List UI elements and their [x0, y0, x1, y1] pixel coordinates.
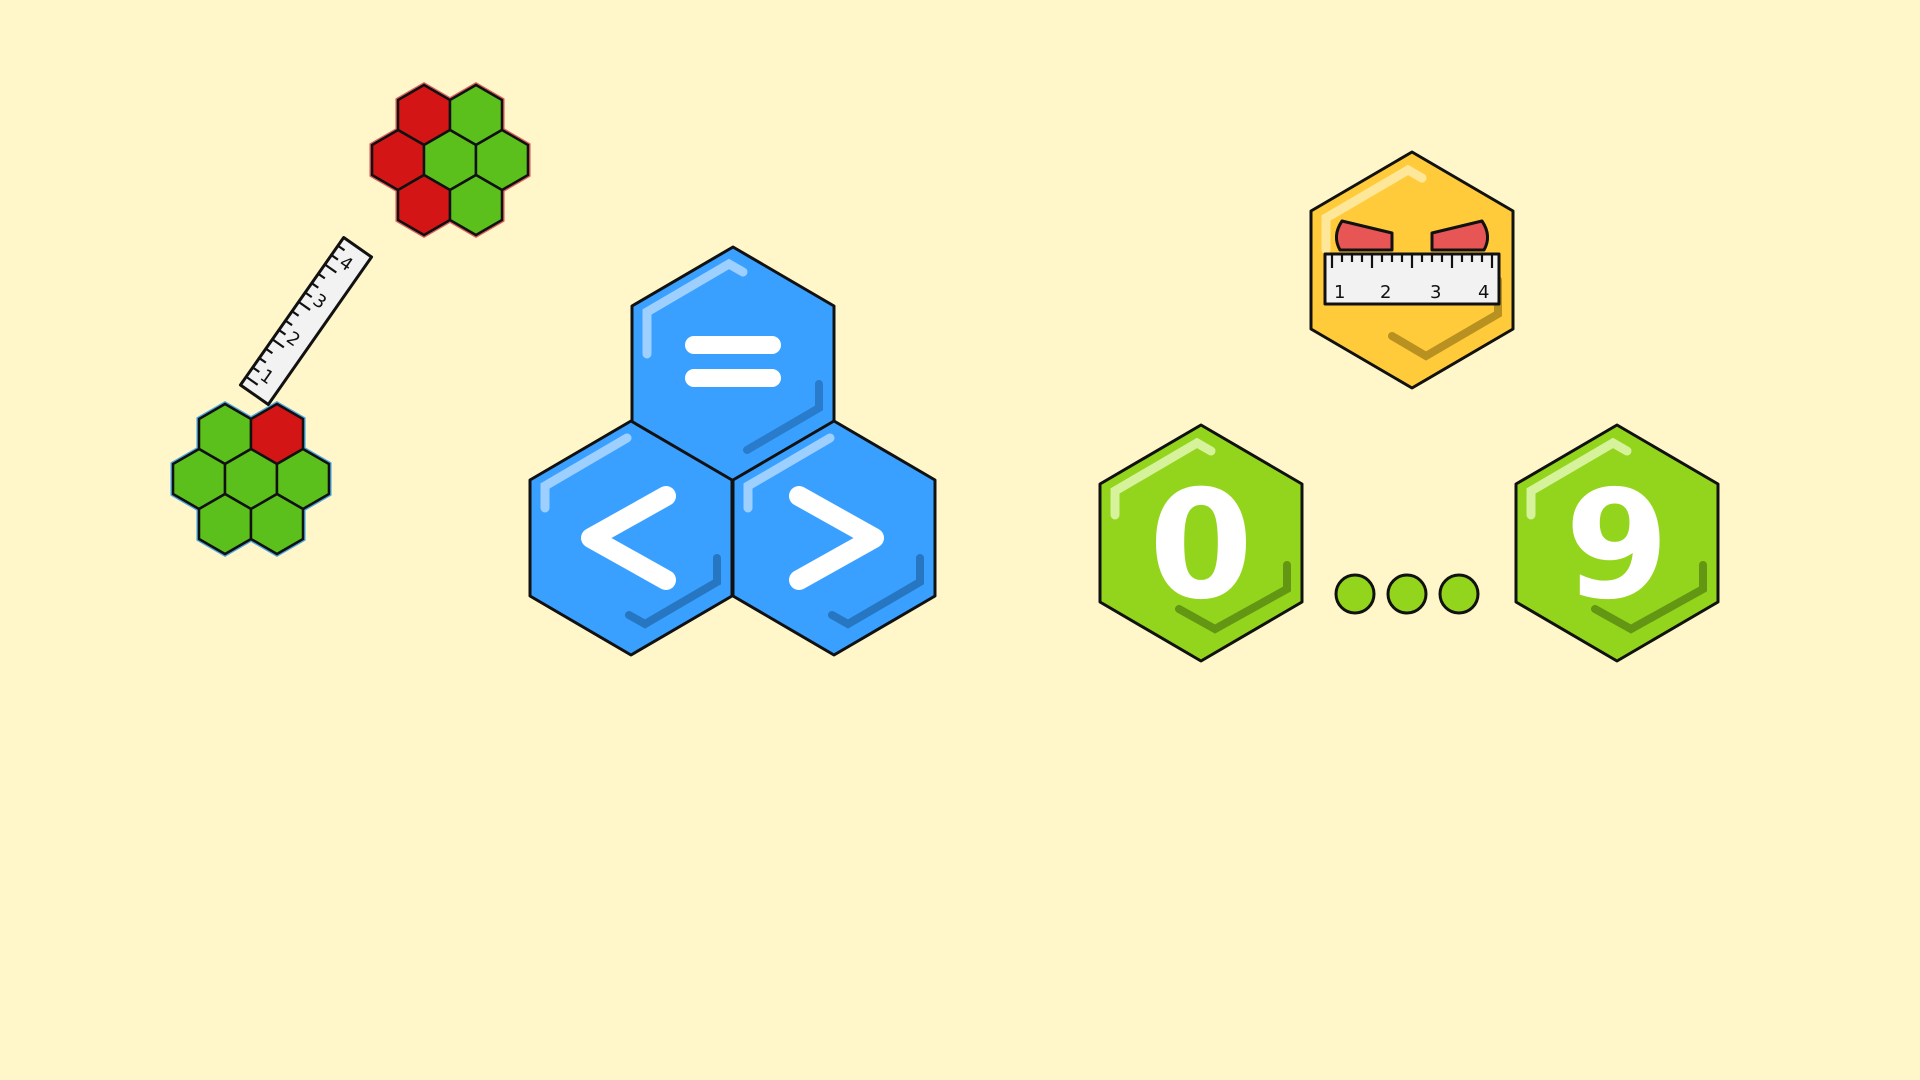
comparison-symbols-icon [528, 245, 937, 657]
digit-zero-hex: 0 [1098, 423, 1304, 663]
ellipsis-icon [1334, 573, 1480, 615]
equal-sign-top [685, 336, 781, 354]
digit-nine: 9 [1565, 459, 1669, 633]
ellipsis-dot [1438, 573, 1480, 615]
ellipsis-dot [1386, 573, 1428, 615]
illustration-canvas: 1 2 3 4 1 2 3 4 0 9 [170, 82, 1720, 663]
hex-cluster-icon [170, 401, 332, 557]
digit-zero: 0 [1149, 459, 1253, 633]
hex-cluster-icon [369, 82, 531, 238]
angry-ruler-face-icon: 1 2 3 4 [1309, 150, 1515, 390]
ruler-number: 4 [1478, 282, 1489, 303]
ruler-number: 1 [1334, 282, 1345, 303]
ellipsis-dot [1334, 573, 1376, 615]
digit-nine-hex: 9 [1514, 423, 1720, 663]
ruler-number: 3 [1430, 282, 1441, 303]
ruler-number: 2 [1380, 282, 1391, 303]
equal-sign-bottom [685, 369, 781, 387]
ruler-icon: 1 2 3 4 [238, 236, 374, 406]
